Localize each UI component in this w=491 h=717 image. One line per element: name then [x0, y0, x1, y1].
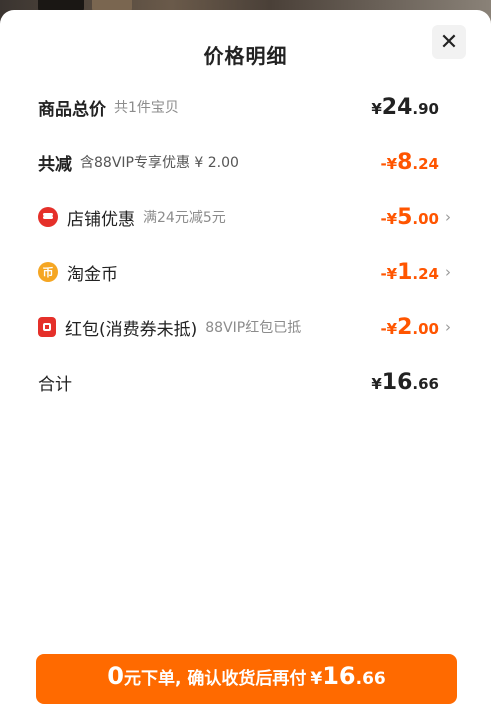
currency-symbol: ¥: [371, 99, 382, 118]
amount-integer: 1: [397, 259, 413, 285]
amount-decimal: .00: [412, 319, 439, 338]
close-icon: ✕: [439, 29, 459, 55]
row-red-packet[interactable]: 红包(消费券未抵) 88VIP红包已抵 -¥ 2 .00 ›: [38, 312, 453, 342]
row-total-discount: 共减 含88VIP专享优惠 ¥ 2.00 -¥ 8 .24 ›: [38, 147, 453, 177]
row-tao-coin[interactable]: 币 淘金币 -¥ 1 .24 ›: [38, 257, 453, 287]
amount-integer: 16: [381, 369, 413, 395]
amount-integer: 5: [397, 204, 413, 230]
amount-decimal: .24: [412, 154, 439, 173]
goods-count: 共1件宝贝: [114, 100, 179, 116]
amount-decimal: .66: [412, 374, 439, 393]
currency-symbol: -¥: [380, 264, 398, 283]
tao-coin-amount: -¥ 1 .24: [380, 260, 439, 285]
cta-zero: 0: [107, 662, 124, 690]
cta-text: 元下单, 确认收货后再付: [123, 669, 307, 689]
store-icon: [38, 207, 58, 227]
currency-symbol: -¥: [380, 319, 398, 338]
red-packet-note: 88VIP红包已抵: [205, 320, 302, 336]
row-store-discount[interactable]: 店铺优惠 满24元减5元 -¥ 5 .00 ›: [38, 202, 453, 232]
coin-icon: 币: [38, 262, 58, 282]
sheet-title: 价格明细: [203, 44, 288, 68]
grand-total-label: 合计: [38, 374, 72, 395]
total-discount-amount: -¥ 8 .24: [380, 150, 439, 175]
goods-total-label: 商品总价: [38, 99, 106, 120]
zero-down-order-button[interactable]: 0 元下单, 确认收货后再付 ¥ 16 .66: [36, 654, 457, 704]
total-discount-label: 共减: [38, 154, 72, 175]
vip-discount-note: 含88VIP专享优惠 ¥ 2.00: [80, 155, 239, 171]
store-discount-rule: 满24元减5元: [143, 210, 226, 226]
amount-integer: 24: [381, 94, 413, 120]
currency-symbol: -¥: [380, 154, 398, 173]
price-detail-sheet: 价格明细 ✕ 商品总价 共1件宝贝 ¥ 24 .90 › 共减 含88VIP专享…: [0, 10, 491, 717]
amount-decimal: .00: [412, 209, 439, 228]
grand-total-amount: ¥ 16 .66: [371, 370, 439, 395]
cta-amount-decimal: .66: [355, 669, 386, 689]
close-button[interactable]: ✕: [432, 25, 466, 59]
red-packet-icon: [38, 317, 56, 337]
cta-amount-integer: 16: [322, 662, 356, 690]
red-packet-label: 红包(消费券未抵): [65, 319, 198, 340]
row-goods-total: 商品总价 共1件宝贝 ¥ 24 .90 ›: [38, 92, 453, 122]
cta-currency: ¥: [310, 669, 323, 689]
red-packet-amount: -¥ 2 .00: [380, 315, 439, 340]
amount-integer: 2: [397, 314, 413, 340]
currency-symbol: -¥: [380, 209, 398, 228]
store-discount-label: 店铺优惠: [67, 209, 135, 230]
goods-total-amount: ¥ 24 .90: [371, 95, 439, 120]
tao-coin-label: 淘金币: [67, 264, 118, 285]
chevron-right-icon[interactable]: ›: [445, 318, 453, 336]
chevron-right-icon[interactable]: ›: [445, 208, 453, 226]
amount-decimal: .90: [412, 99, 439, 118]
row-grand-total: 合计 ¥ 16 .66 ›: [38, 367, 453, 397]
currency-symbol: ¥: [371, 374, 382, 393]
chevron-right-icon[interactable]: ›: [445, 263, 453, 281]
amount-integer: 8: [397, 149, 413, 175]
store-discount-amount: -¥ 5 .00: [380, 205, 439, 230]
amount-decimal: .24: [412, 264, 439, 283]
